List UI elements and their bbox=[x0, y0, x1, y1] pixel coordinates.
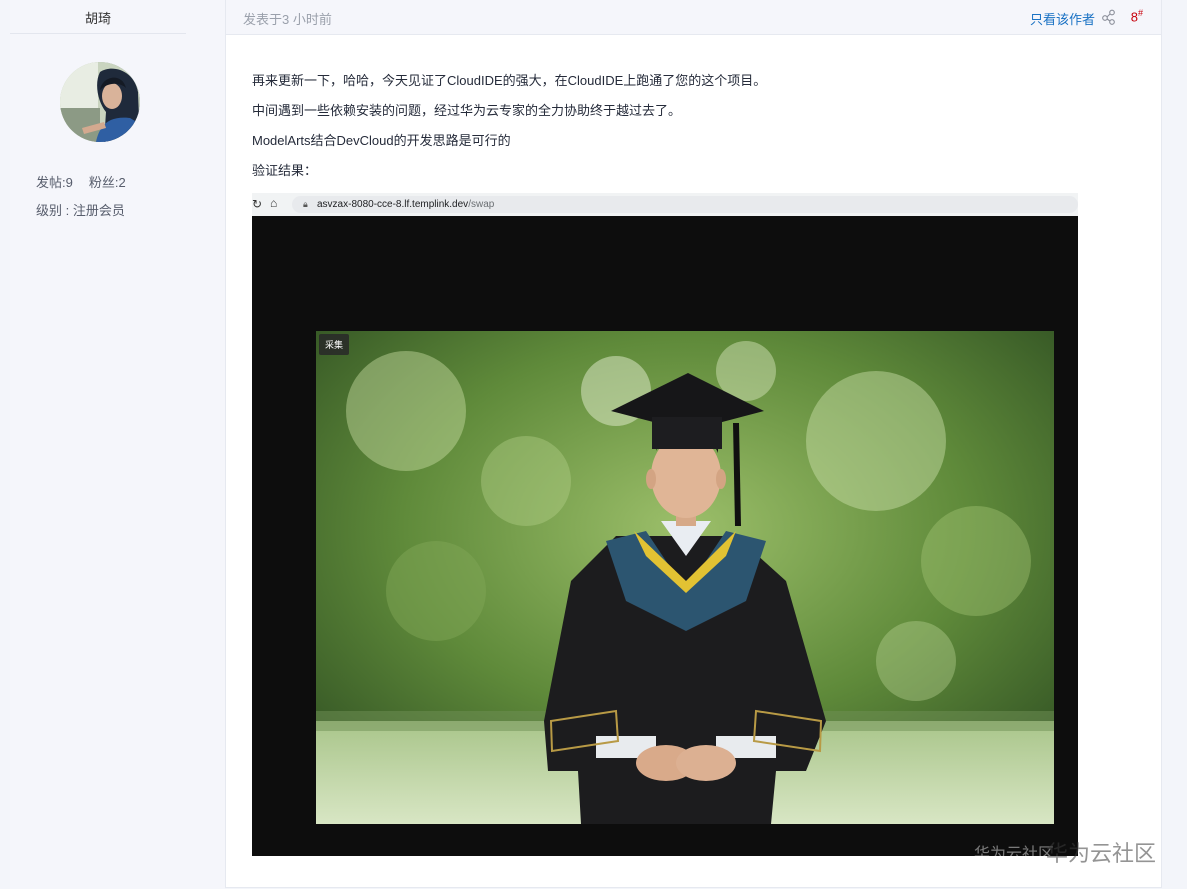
posts-count[interactable]: 发帖:9 bbox=[36, 175, 73, 190]
graduation-photo: 采集 bbox=[316, 331, 1054, 824]
url-text: asvzax-8080-cce-8.lf.templink.dev/swap bbox=[317, 199, 494, 210]
photo-illustration bbox=[316, 331, 1054, 824]
app-canvas: 采集 华为云社区 bbox=[252, 216, 1078, 863]
avatar-image bbox=[60, 62, 140, 142]
reload-icon: ↻ bbox=[252, 197, 263, 211]
post-header: 发表于3 小时前 只看该作者 8# bbox=[226, 0, 1161, 35]
avatar[interactable] bbox=[60, 62, 140, 142]
address-bar: 🔒︎ asvzax-8080-cce-8.lf.templink.dev/swa… bbox=[292, 196, 1078, 213]
post-paragraph-3: ModelArts结合DevCloud的开发思路是可行的 bbox=[252, 133, 511, 148]
embedded-screenshot[interactable]: ↻ ⌂ 🔒︎ asvzax-8080-cce-8.lf.templink.dev… bbox=[252, 193, 1078, 863]
capture-button[interactable]: 采集 bbox=[319, 334, 350, 355]
browser-toolbar: ↻ ⌂ 🔒︎ asvzax-8080-cce-8.lf.templink.dev… bbox=[252, 193, 1078, 216]
share-icon[interactable] bbox=[1101, 9, 1117, 25]
floor-value: 8 bbox=[1130, 9, 1138, 25]
floor-mark: # bbox=[1137, 8, 1143, 18]
lock-icon: 🔒︎ bbox=[303, 199, 308, 209]
author-name[interactable]: 胡琦 bbox=[10, 8, 186, 27]
author-panel: 胡琦 发帖:9 粉丝:2 级别 : 注册会员 bbox=[10, 0, 225, 889]
inner-watermark: 华为云社区 bbox=[974, 846, 1055, 863]
post-paragraph-1: 再来更新一下，哈哈，今天见证了CloudIDE的强大，在CloudIDE上跑通了… bbox=[252, 73, 767, 88]
author-level: 级别 : 注册会员 bbox=[36, 203, 125, 218]
post-paragraph-2: 中间遇到一些依赖安装的问题，经过华为云专家的全力协助终于越过去了。 bbox=[252, 103, 682, 118]
floor-number: 8# bbox=[1131, 8, 1143, 24]
post-content: 再来更新一下，哈哈，今天见证了CloudIDE的强大，在CloudIDE上跑通了… bbox=[252, 72, 766, 192]
fans-count[interactable]: 粉丝:2 bbox=[89, 175, 126, 190]
author-stats: 发帖:9 粉丝:2 bbox=[36, 172, 142, 191]
author-divider bbox=[10, 33, 186, 34]
only-author-link[interactable]: 只看该作者 bbox=[1030, 9, 1095, 28]
home-icon: ⌂ bbox=[270, 196, 278, 210]
url-path: /swap bbox=[468, 199, 495, 210]
post-paragraph-4: 验证结果： bbox=[252, 163, 318, 178]
post-panel: 发表于3 小时前 只看该作者 8# 再来更新一下，哈哈，今天见证了CloudID… bbox=[225, 0, 1162, 888]
page-watermark: 华为云社区 bbox=[1046, 841, 1157, 866]
post-time: 发表于3 小时前 bbox=[243, 12, 332, 27]
url-host: asvzax-8080-cce-8.lf.templink.dev bbox=[317, 199, 469, 210]
